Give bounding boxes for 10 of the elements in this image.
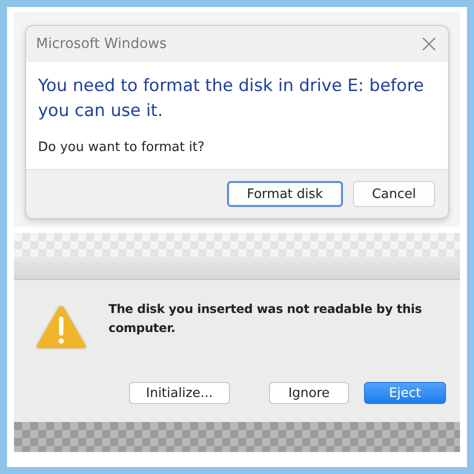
dialog-message: The disk you inserted was not readable by this computer. <box>108 301 423 337</box>
dialog-heading: You need to format the disk in drive E: before you can use it. <box>38 75 426 123</box>
dialog-message: Do you want to format it? <box>38 140 206 155</box>
dialog-button[interactable]: Initialize... <box>129 382 230 404</box>
window-title: Microsoft Windows <box>36 36 167 52</box>
dialog-button[interactable]: Ignore <box>269 382 349 404</box>
dialog-button[interactable]: Format disk <box>226 181 343 207</box>
close-button[interactable] <box>420 35 438 53</box>
dialog-button[interactable]: Cancel <box>352 181 435 207</box>
close-icon <box>422 37 436 51</box>
